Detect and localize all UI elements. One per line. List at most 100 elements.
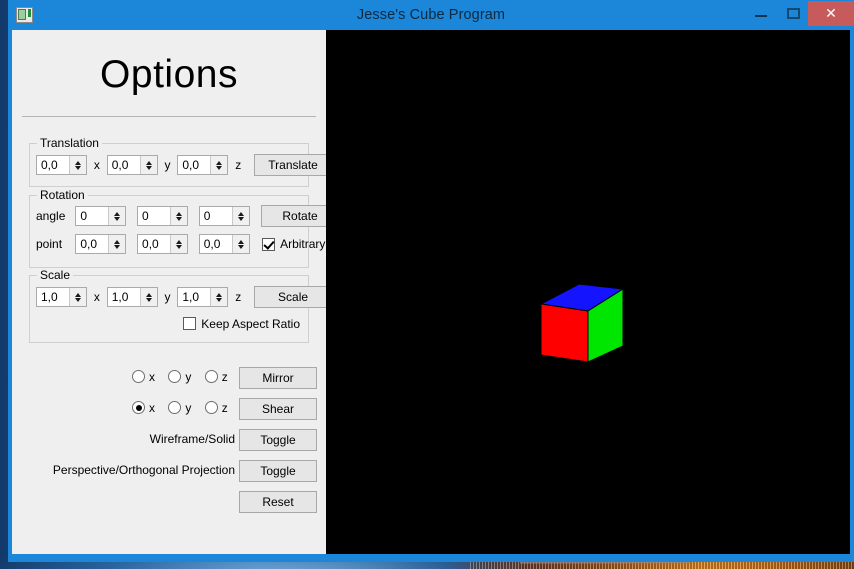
translation-y-spinner[interactable]: 0,0 <box>106 155 158 175</box>
rotation-point-y-stepper[interactable] <box>170 235 188 253</box>
cube-render <box>539 283 625 363</box>
rotation-angle-x-value: 0 <box>80 209 88 223</box>
close-button[interactable]: ✕ <box>808 1 854 26</box>
scale-x-value: 1,0 <box>41 290 58 304</box>
scale-z-value: 1,0 <box>182 290 200 304</box>
radio-icon <box>204 370 218 384</box>
shear-radio-z[interactable]: z <box>204 400 228 415</box>
translation-z-spinner[interactable]: 0,0 <box>177 155 229 175</box>
scale-y-stepper[interactable] <box>139 288 157 306</box>
chevron-down-icon <box>75 165 81 170</box>
mirror-radio-z-label: z <box>221 369 228 384</box>
mirror-radio-x-label: x <box>149 369 155 384</box>
reset-button[interactable]: Reset <box>239 491 317 513</box>
shear-button[interactable]: Shear <box>239 398 317 420</box>
keep-aspect-ratio-checkbox[interactable]: Keep Aspect Ratio <box>183 317 300 331</box>
mirror-button[interactable]: Mirror <box>239 367 317 389</box>
scale-button[interactable]: Scale <box>254 286 333 308</box>
scale-y-value: 1,0 <box>111 290 129 304</box>
chevron-down-icon <box>176 216 183 221</box>
shear-axis-group: x y z <box>132 400 238 415</box>
chevron-down-icon <box>216 297 223 302</box>
scale-z-spinner[interactable]: 1,0 <box>177 287 229 307</box>
scale-z-stepper[interactable] <box>210 288 228 306</box>
shear-radio-x-label: x <box>149 400 155 415</box>
rotation-legend: Rotation <box>37 188 88 202</box>
translation-z-axis-label: z <box>235 158 242 172</box>
scale-y-spinner[interactable]: 1,0 <box>106 287 158 307</box>
scale-x-stepper[interactable] <box>69 288 86 306</box>
rotation-point-y-value: 0,0 <box>142 237 159 251</box>
checkbox-icon <box>183 317 197 331</box>
rotation-angle-z-spinner[interactable]: 0 <box>198 206 250 226</box>
reset-row: Reset <box>12 491 326 515</box>
translation-x-spinner[interactable]: 0,0 <box>36 155 87 175</box>
shear-row: x y z Shear <box>12 398 326 422</box>
client-area: Options Translation 0,0 x 0,0 y 0,0 z Tr… <box>12 30 850 554</box>
chevron-down-icon <box>114 216 121 221</box>
title-bar[interactable]: Jesse's Cube Program ✕ <box>8 0 854 30</box>
chevron-up-icon <box>75 160 81 165</box>
cube-front-face <box>540 303 589 363</box>
mirror-axis-group: x y z <box>132 369 238 384</box>
close-icon: ✕ <box>825 5 837 21</box>
chevron-down-icon <box>237 244 244 249</box>
chevron-up-icon <box>145 160 152 165</box>
mirror-radio-y-label: y <box>185 369 192 384</box>
title-divider <box>22 116 316 117</box>
mirror-radio-x[interactable]: x <box>132 370 155 384</box>
mirror-radio-z[interactable]: z <box>204 369 228 384</box>
projection-toggle-button[interactable]: Toggle <box>239 460 317 482</box>
projection-label: Perspective/Orthogonal Projection <box>52 463 235 477</box>
chevron-up-icon <box>237 211 244 216</box>
translation-y-stepper[interactable] <box>139 156 157 174</box>
chevron-up-icon <box>216 160 223 165</box>
rotation-point-z-spinner[interactable]: 0,0 <box>198 234 250 254</box>
radio-icon <box>168 401 182 415</box>
minimize-button[interactable] <box>746 0 776 26</box>
chevron-down-icon <box>145 165 152 170</box>
translation-z-stepper[interactable] <box>210 156 228 174</box>
rotation-angle-label: angle <box>36 209 66 223</box>
maximize-button[interactable] <box>778 0 808 26</box>
rotation-angle-z-stepper[interactable] <box>231 207 249 225</box>
shear-radio-x[interactable]: x <box>132 401 155 415</box>
keep-aspect-ratio-label: Keep Aspect Ratio <box>201 316 300 331</box>
translation-group: Translation 0,0 x 0,0 y 0,0 z Translate <box>29 136 333 187</box>
render-viewport[interactable] <box>326 30 850 554</box>
shear-radio-z-label: z <box>221 400 228 415</box>
options-panel: Options Translation 0,0 x 0,0 y 0,0 z Tr… <box>12 30 340 554</box>
rotation-angle-x-stepper[interactable] <box>108 207 126 225</box>
translation-x-value: 0,0 <box>41 158 58 172</box>
wireframe-toggle-button[interactable]: Toggle <box>239 429 317 451</box>
rotation-angle-y-stepper[interactable] <box>170 207 188 225</box>
translation-z-value: 0,0 <box>182 158 200 172</box>
maximize-icon <box>787 8 800 19</box>
translation-x-stepper[interactable] <box>69 156 86 174</box>
scale-x-axis-label: x <box>93 290 100 304</box>
translation-legend: Translation <box>37 136 102 150</box>
rotation-angle-y-spinner[interactable]: 0 <box>137 206 189 226</box>
minimize-icon <box>755 15 767 17</box>
mirror-radio-y[interactable]: y <box>168 370 191 384</box>
translate-button[interactable]: Translate <box>254 154 333 176</box>
chevron-down-icon <box>145 297 152 302</box>
wireframe-label: Wireframe/Solid <box>149 432 235 446</box>
radio-selected-icon <box>132 401 145 415</box>
rotation-point-x-stepper[interactable] <box>108 235 126 253</box>
arbitrary-checkbox[interactable]: Arbitrary <box>262 237 325 251</box>
scale-x-spinner[interactable]: 1,0 <box>36 287 87 307</box>
chevron-down-icon <box>237 216 244 221</box>
arbitrary-label: Arbitrary <box>280 237 326 251</box>
rotation-point-z-stepper[interactable] <box>231 235 249 253</box>
translation-x-axis-label: x <box>93 158 100 172</box>
chevron-up-icon <box>237 239 244 244</box>
chevron-up-icon <box>216 292 223 297</box>
shear-radio-y[interactable]: y <box>168 401 191 415</box>
mirror-row: x y z Mirror <box>12 367 326 391</box>
rotation-point-x-spinner[interactable]: 0,0 <box>75 234 127 254</box>
scale-group: Scale 1,0 x 1,0 y 1,0 z Scale Keep Aspec… <box>29 268 333 343</box>
chevron-down-icon <box>75 297 81 302</box>
rotation-point-y-spinner[interactable]: 0,0 <box>137 234 189 254</box>
rotation-angle-x-spinner[interactable]: 0 <box>75 206 127 226</box>
